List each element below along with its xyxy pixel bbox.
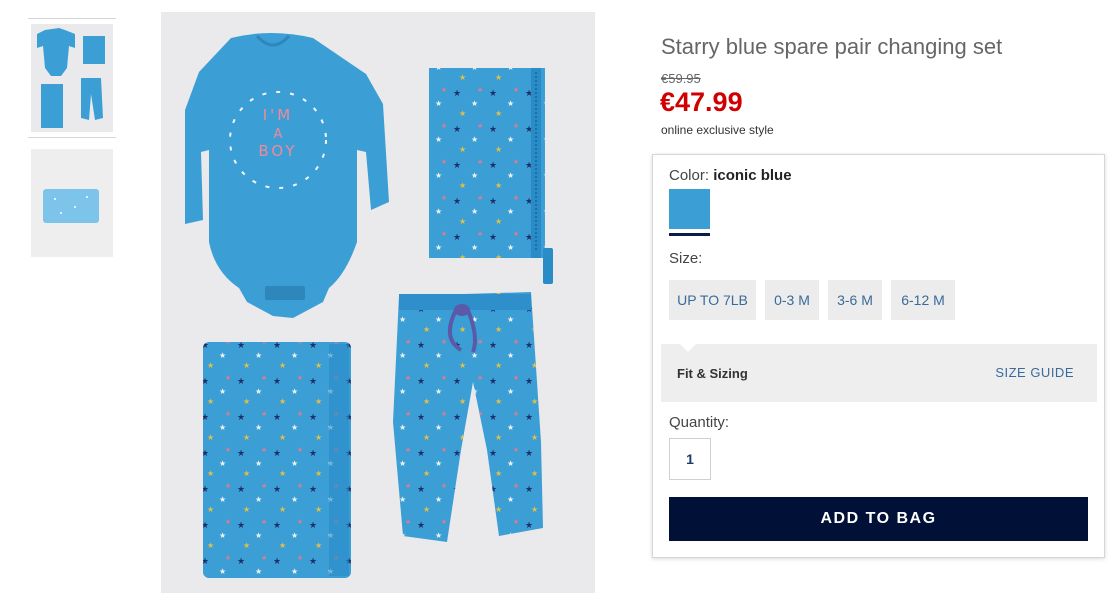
size-button-up-to-7lb[interactable]: UP TO 7LB [669, 280, 756, 320]
thumbnail-pouch[interactable] [31, 149, 113, 257]
zip-pouch-image [429, 68, 553, 284]
sale-price: €47.99 [660, 87, 743, 117]
add-to-bag-button[interactable]: ADD TO BAG [669, 497, 1088, 541]
promo-text: online exclusive style [661, 123, 774, 137]
color-value: iconic blue [713, 167, 792, 184]
swatch-fill [669, 189, 710, 229]
color-swatch-iconic-blue[interactable] [669, 189, 710, 237]
size-guide-link[interactable]: SIZE GUIDE [995, 365, 1074, 380]
purchase-panel: Color: iconic blue Size: UP TO 7LB 0-3 M… [652, 154, 1105, 558]
color-label: Color: iconic blue [669, 167, 792, 184]
fit-bar-notch [679, 343, 697, 352]
size-button-3-6m[interactable]: 3-6 M [828, 280, 882, 320]
thumbnail-set[interactable] [31, 24, 113, 132]
fit-sizing-bar: Fit & Sizing SIZE GUIDE [661, 343, 1097, 402]
size-label: Size: [669, 250, 703, 267]
main-product-image[interactable]: ★ ★ ★ ★ I'M A BOY [161, 12, 595, 593]
size-button-6-12m[interactable]: 6-12 M [891, 280, 955, 320]
thumbnail-divider [28, 137, 116, 138]
quantity-label: Quantity: [669, 414, 730, 431]
fit-sizing-label[interactable]: Fit & Sizing [677, 366, 748, 381]
thumbnail-list [28, 18, 116, 257]
swatch-selected-indicator [669, 233, 710, 236]
svg-text:BOY: BOY [258, 142, 297, 160]
svg-text:I'M: I'M [263, 106, 294, 124]
color-label-text: Color: [669, 167, 710, 184]
svg-text:A: A [274, 127, 283, 142]
original-price: €59.95 [661, 71, 701, 86]
product-title: Starry blue spare pair changing set [661, 34, 1003, 59]
quantity-input[interactable] [669, 438, 711, 480]
size-options: UP TO 7LB 0-3 M 3-6 M 6-12 M [669, 280, 955, 320]
size-button-0-3m[interactable]: 0-3 M [765, 280, 819, 320]
thumbnail-divider [28, 18, 116, 19]
changing-mat-image [203, 342, 351, 578]
